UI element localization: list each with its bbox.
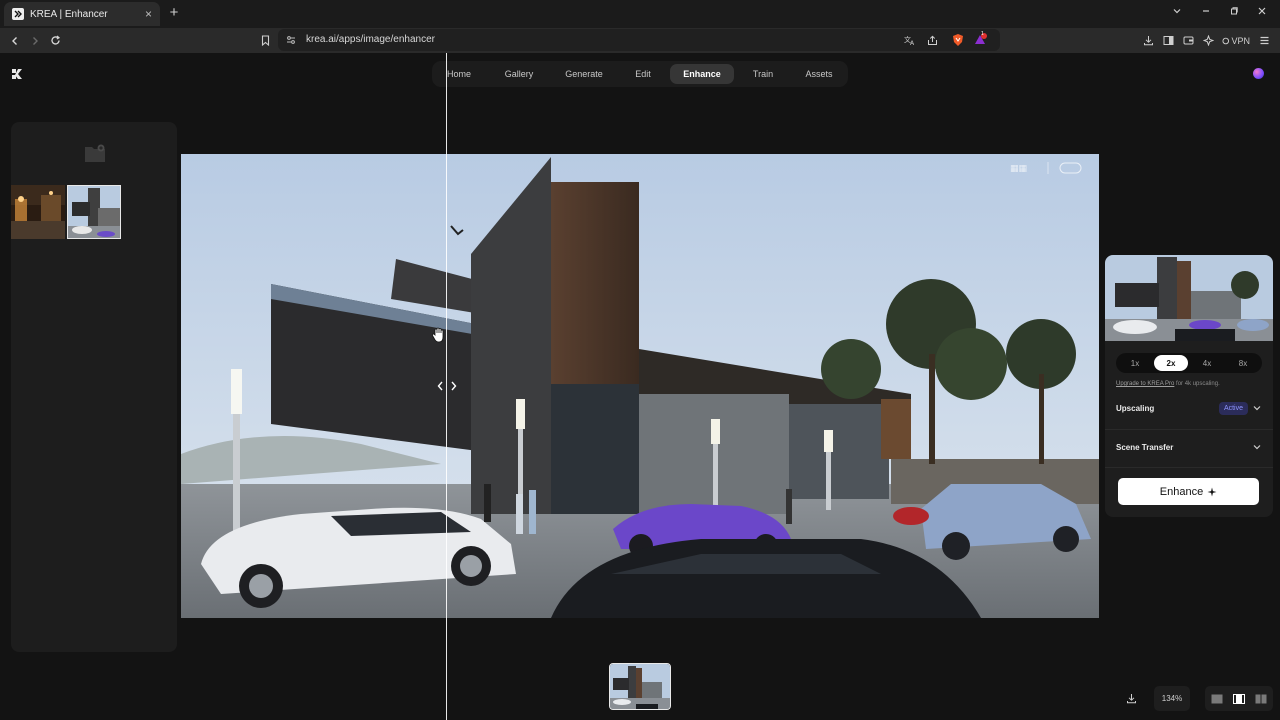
nav-edit[interactable]: Edit [626, 64, 660, 84]
restore-icon[interactable] [1226, 5, 1242, 21]
enhance-settings-panel: 1x 2x 4x 8x Upgrade to KREA Pro for 4k u… [1105, 255, 1273, 517]
wallet-icon[interactable] [1180, 32, 1196, 49]
sidebar-toggle-icon[interactable] [1160, 32, 1176, 49]
nav-train-label: Train [752, 69, 774, 79]
history-thumbnail-interior[interactable] [11, 185, 65, 239]
scale-2x-label: 2x [1166, 358, 1176, 368]
scale-8x-option[interactable]: 8x [1226, 355, 1260, 371]
nav-generate-label: Generate [565, 69, 603, 79]
browser-toolbar: krea.ai/apps/image/enhancer 文A 1 VPN [0, 28, 1280, 53]
download-icon [1126, 694, 1136, 704]
upgrade-note: Upgrade to KREA Pro for 4k upscaling. [1116, 381, 1220, 387]
history-thumbnail-building[interactable] [67, 185, 121, 239]
enhance-button-label: Enhance [1159, 485, 1204, 498]
address-bar[interactable]: krea.ai/apps/image/enhancer 文A 1 [278, 29, 1000, 51]
reload-icon[interactable] [46, 32, 64, 49]
chevron-down-icon [1253, 406, 1261, 411]
vpn-button[interactable]: VPN [1222, 32, 1250, 49]
watermark-icon: ▦▦ [1010, 162, 1082, 174]
folder-upload-icon[interactable] [84, 143, 106, 163]
preview-thumbnail[interactable] [1105, 255, 1273, 341]
back-icon[interactable] [6, 32, 24, 49]
nav-home-label: Home [446, 69, 471, 79]
drag-arrows-icon [437, 381, 457, 391]
nav-enhance[interactable]: Enhance [670, 64, 734, 84]
chevron-down-icon [1253, 445, 1261, 450]
scale-1x-option[interactable]: 1x [1118, 355, 1152, 371]
section-divider [1105, 467, 1273, 468]
share-icon[interactable] [924, 32, 940, 48]
close-window-icon[interactable] [1254, 5, 1270, 21]
tab-title: KREA | Enhancer [30, 8, 108, 20]
menu-icon[interactable] [1256, 32, 1272, 49]
brave-rewards-icon[interactable]: 1 [972, 31, 988, 48]
browser-tab[interactable]: KREA | Enhancer × [4, 2, 160, 26]
enhanced-image-canvas[interactable] [181, 154, 1099, 618]
new-tab-button[interactable]: + [166, 4, 182, 22]
grab-hand-cursor-icon [431, 327, 444, 343]
browser-tab-bar: KREA | Enhancer × + [0, 0, 1280, 28]
top-navigation: Home Gallery Generate Edit Enhance Train… [432, 61, 848, 87]
nav-gallery-label: Gallery [504, 69, 534, 79]
vpn-label: VPN [1231, 35, 1250, 46]
brave-shield-icon[interactable] [950, 32, 966, 48]
upgrade-suffix: for 4k upscaling. [1174, 381, 1220, 387]
scale-4x-option[interactable]: 4x [1190, 355, 1224, 371]
scene-transfer-row[interactable]: Scene Transfer [1116, 441, 1262, 455]
vpn-icon [1222, 37, 1230, 44]
nav-home[interactable]: Home [438, 64, 480, 84]
upscaling-row[interactable]: Upscaling Active [1116, 402, 1262, 416]
scale-1x-label: 1x [1130, 358, 1140, 368]
split-view-icon[interactable] [1233, 693, 1245, 704]
nav-enhance-label: Enhance [683, 69, 721, 79]
upscaling-label: Upscaling [1116, 404, 1155, 413]
nav-assets-label: Assets [805, 69, 833, 79]
scene-transfer-label: Scene Transfer [1116, 443, 1174, 452]
scale-4x-label: 4x [1202, 358, 1212, 368]
svg-text:A: A [910, 40, 915, 46]
scale-selector: 1x 2x 4x 8x [1116, 353, 1262, 373]
side-by-side-icon[interactable] [1255, 694, 1267, 704]
upscaling-status-badge: Active [1218, 402, 1248, 415]
nav-train[interactable]: Train [744, 64, 782, 84]
nav-assets[interactable]: Assets [796, 64, 842, 84]
leo-ai-icon[interactable] [1200, 32, 1216, 49]
forward-icon[interactable] [26, 32, 44, 49]
download-button[interactable] [1120, 686, 1142, 711]
krea-app: Home Gallery Generate Edit Enhance Train… [0, 53, 1280, 720]
filmstrip-thumbnail[interactable] [609, 663, 671, 710]
upgrade-link[interactable]: Upgrade to KREA Pro [1116, 381, 1174, 387]
scale-2x-option[interactable]: 2x [1154, 355, 1188, 371]
enhance-button[interactable]: Enhance [1118, 478, 1259, 505]
translate-icon[interactable]: 文A [902, 32, 918, 48]
downloads-icon[interactable] [1140, 32, 1156, 49]
scale-8x-label: 8x [1238, 358, 1248, 368]
user-avatar[interactable] [1253, 68, 1264, 79]
view-mode-toggle [1205, 686, 1273, 711]
nav-gallery[interactable]: Gallery [496, 64, 542, 84]
nav-edit-label: Edit [635, 69, 651, 79]
nav-generate[interactable]: Generate [558, 64, 610, 84]
krea-favicon-icon [12, 8, 24, 20]
tab-close-icon[interactable]: × [145, 7, 152, 21]
tab-search-chevron-icon[interactable] [1169, 5, 1185, 21]
site-settings-icon[interactable] [283, 32, 299, 48]
bookmark-icon[interactable] [256, 32, 274, 49]
krea-logo-icon[interactable] [10, 67, 24, 81]
sparkle-icon [1207, 487, 1217, 496]
url-text: krea.ai/apps/image/enhancer [306, 34, 435, 45]
single-view-icon[interactable] [1211, 694, 1223, 704]
svg-text:▦▦: ▦▦ [1010, 164, 1027, 174]
zoom-level-text: 134% [1161, 694, 1183, 703]
minimize-icon[interactable] [1198, 5, 1214, 21]
zoom-level[interactable]: 134% [1154, 686, 1190, 711]
section-divider [1105, 429, 1273, 430]
rewards-badge: 1 [981, 31, 984, 37]
history-panel [11, 122, 177, 652]
